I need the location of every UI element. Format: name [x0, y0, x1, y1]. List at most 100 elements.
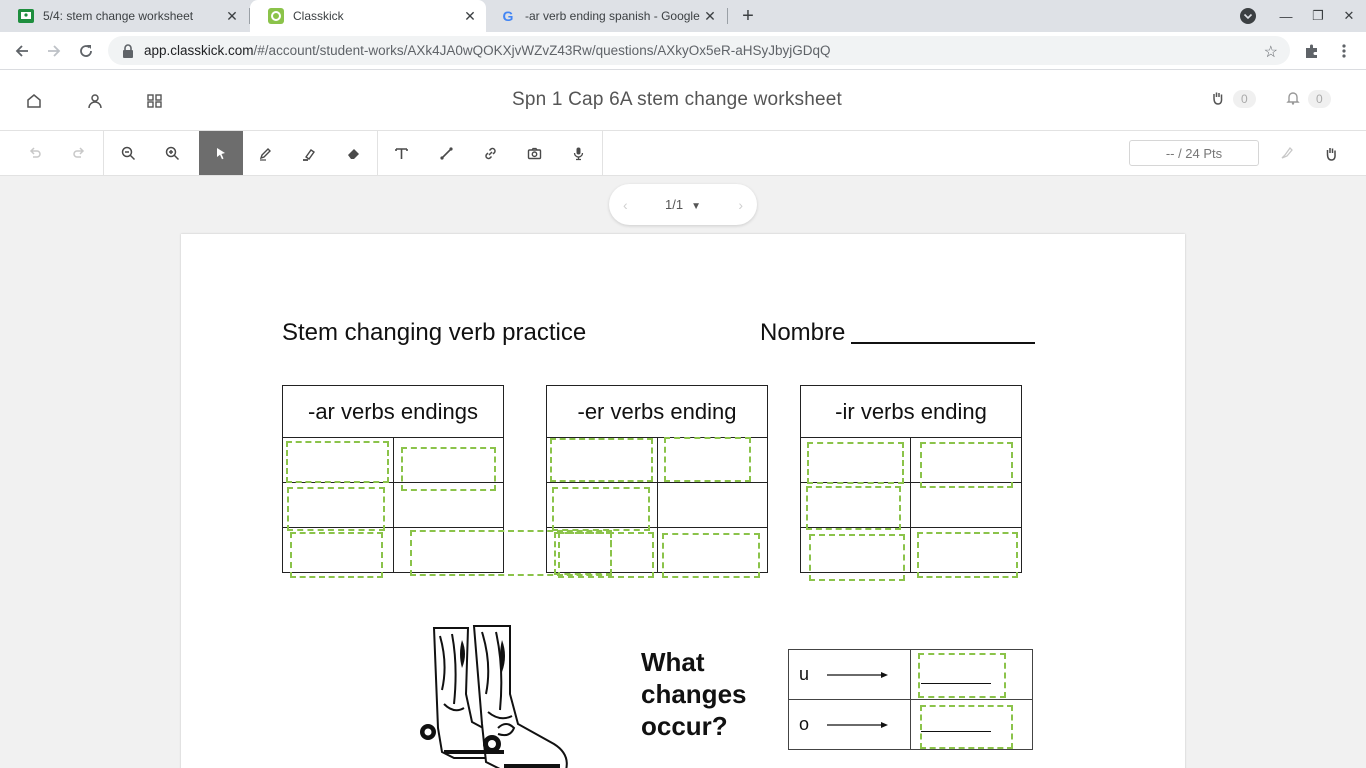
drawing-toolbar: -- / 24 Pts	[0, 131, 1366, 176]
answer-box[interactable]	[807, 442, 904, 484]
raised-hand-icon	[1211, 91, 1225, 108]
select-tool-button[interactable]	[199, 131, 243, 175]
close-tab-icon[interactable]: ✕	[702, 8, 718, 24]
close-tab-icon[interactable]: ✕	[462, 8, 478, 24]
arrow-right-icon	[827, 721, 889, 728]
answer-box[interactable]	[401, 447, 496, 491]
answer-box[interactable]	[917, 532, 1018, 578]
bookmark-star-icon[interactable]: ☆	[1264, 42, 1278, 62]
chevron-down-icon: ▼	[691, 201, 701, 212]
page-navigator: ‹ 1/1 ▼ ›	[609, 184, 757, 225]
answer-box[interactable]	[552, 487, 650, 531]
tab-divider	[727, 8, 728, 24]
classkick-icon	[268, 8, 284, 24]
lock-icon	[123, 43, 133, 58]
worksheet-title: Stem changing verb practice	[282, 319, 587, 346]
question-line: What	[641, 647, 705, 677]
nombre-label: Nombre	[760, 319, 846, 346]
help-count: 0	[1233, 90, 1256, 108]
nombre-blank-line	[851, 342, 1035, 344]
answer-box[interactable]	[920, 442, 1013, 488]
app-header: Spn 1 Cap 6A stem change worksheet 0 0	[0, 70, 1366, 131]
undo-button[interactable]	[13, 131, 57, 175]
reload-button[interactable]	[72, 37, 100, 65]
help-request-counter[interactable]: 0	[1211, 90, 1256, 108]
eraser-tool-button[interactable]	[331, 131, 375, 175]
camera-tool-button[interactable]	[512, 131, 556, 175]
change-from-letter: u	[799, 664, 810, 684]
answer-box[interactable]	[918, 653, 1006, 698]
raise-hand-button[interactable]	[1309, 131, 1353, 175]
answer-box[interactable]	[809, 534, 905, 581]
table-cell	[656, 482, 768, 528]
toolbar-divider	[103, 131, 104, 175]
change-from-cell: u	[788, 649, 911, 700]
new-tab-button[interactable]: +	[736, 4, 760, 28]
answer-box[interactable]	[806, 486, 901, 530]
toolbar-divider	[602, 131, 603, 175]
cowboy-boots-illustration	[420, 625, 568, 768]
question-line: occur?	[641, 711, 728, 741]
answer-box[interactable]	[558, 532, 654, 578]
browser-tab-strip: 5/4: stem change worksheet ✕ Classkick ✕…	[0, 0, 1366, 32]
tab-google-search[interactable]: G -ar verb ending spanish - Google ✕	[482, 0, 726, 32]
answer-box[interactable]	[287, 487, 385, 531]
tab-title: -ar verb ending spanish - Google	[525, 9, 700, 23]
table-header: -ar verbs endings	[282, 385, 504, 438]
tab-title: 5/4: stem change worksheet	[43, 9, 194, 23]
restore-button[interactable]: ❐	[1301, 0, 1335, 32]
bell-icon	[1286, 91, 1300, 108]
answer-box[interactable]	[662, 533, 760, 578]
tab-search-icon[interactable]	[1231, 0, 1265, 32]
arrow-right-icon	[827, 671, 889, 678]
address-bar[interactable]: app.classkick.com/#/account/student-work…	[108, 36, 1290, 65]
extensions-icon[interactable]	[1298, 37, 1326, 65]
question-text: What changes occur?	[641, 646, 747, 742]
back-button[interactable]	[8, 37, 36, 65]
points-display: -- / 24 Pts	[1129, 140, 1259, 166]
answer-box[interactable]	[290, 532, 383, 578]
sticker-tool-button[interactable]	[1265, 131, 1309, 175]
answer-box[interactable]	[550, 438, 653, 482]
next-page-button[interactable]: ›	[738, 197, 743, 213]
table-header: -er verbs ending	[546, 385, 768, 438]
page-indicator: 1/1	[665, 197, 684, 212]
line-tool-button[interactable]	[424, 131, 468, 175]
tab-classkick[interactable]: Classkick ✕	[250, 0, 486, 32]
close-tab-icon[interactable]: ✕	[224, 8, 240, 24]
minimize-button[interactable]: —	[1269, 0, 1303, 32]
forward-button[interactable]	[40, 37, 68, 65]
close-window-button[interactable]: ✕	[1332, 0, 1366, 32]
tab-title: Classkick	[293, 9, 344, 23]
google-icon: G	[502, 8, 514, 24]
microphone-tool-button[interactable]	[556, 131, 600, 175]
answer-box[interactable]	[920, 705, 1013, 749]
worksheet-canvas[interactable]: Stem changing verb practice Nombre -ar v…	[181, 234, 1185, 768]
answer-box[interactable]	[664, 437, 751, 482]
table-cell	[910, 482, 1022, 528]
notification-counter[interactable]: 0	[1286, 90, 1331, 108]
table-header: -ir verbs ending	[800, 385, 1022, 438]
zoom-in-button[interactable]	[150, 131, 194, 175]
classroom-icon	[18, 8, 34, 24]
assignment-title: Spn 1 Cap 6A stem change worksheet	[512, 89, 842, 110]
change-from-letter: o	[799, 714, 810, 734]
text-tool-button[interactable]	[379, 131, 423, 175]
zoom-out-button[interactable]	[106, 131, 150, 175]
previous-page-button[interactable]: ‹	[623, 197, 628, 213]
chrome-menu-icon[interactable]	[1330, 37, 1358, 65]
notification-count: 0	[1308, 90, 1331, 108]
url-host: app.classkick.com	[144, 43, 254, 58]
answer-box[interactable]	[286, 441, 389, 483]
question-line: changes	[641, 679, 747, 709]
page-selector[interactable]: 1/1 ▼	[665, 197, 701, 212]
redo-button[interactable]	[57, 131, 101, 175]
link-tool-button[interactable]	[468, 131, 512, 175]
highlighter-tool-button[interactable]	[287, 131, 331, 175]
browser-toolbar: app.classkick.com/#/account/student-work…	[0, 32, 1366, 70]
pen-tool-button[interactable]	[243, 131, 287, 175]
change-from-cell: o	[788, 699, 911, 750]
toolbar-divider	[377, 131, 378, 175]
url-path: /#/account/student-works/AXk4JA0wQOKXjvW…	[253, 43, 831, 58]
tab-classroom[interactable]: 5/4: stem change worksheet ✕	[0, 0, 248, 32]
